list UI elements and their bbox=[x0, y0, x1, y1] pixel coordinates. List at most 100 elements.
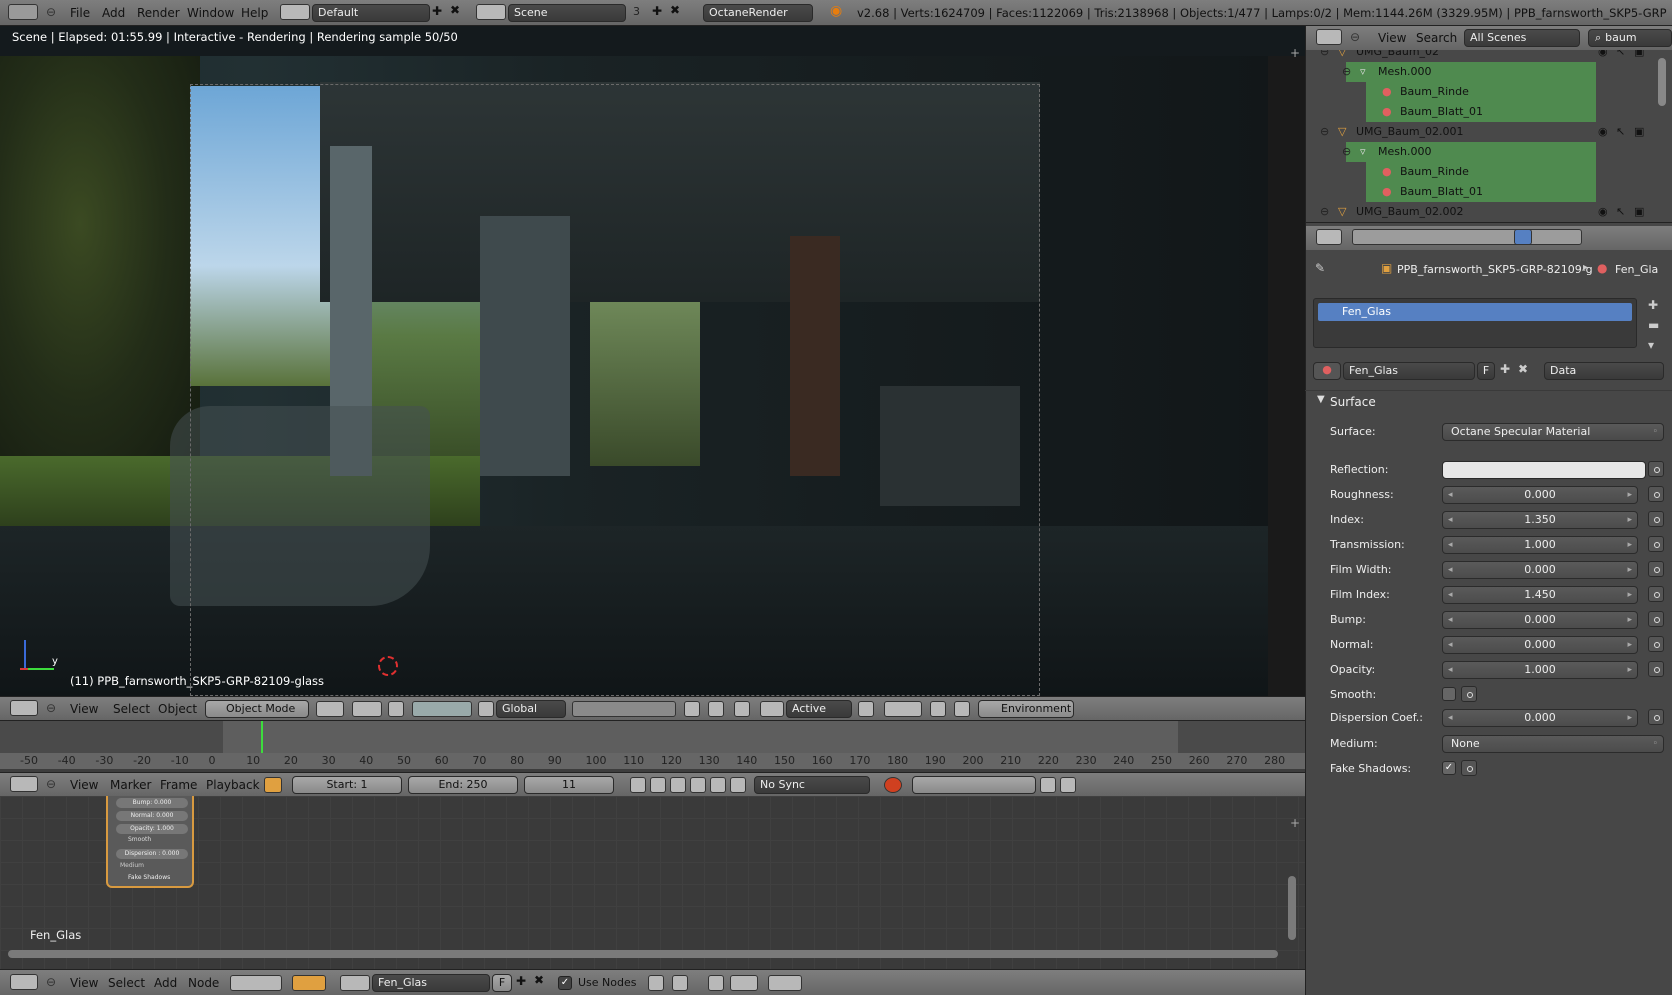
menu-add[interactable]: Add bbox=[102, 2, 125, 24]
start-frame-field[interactable]: Start: 1 bbox=[292, 776, 402, 794]
node-editor[interactable]: Bump: 0.000 Normal: 0.000 Opacity: 1.000… bbox=[0, 796, 1305, 969]
node-row-smooth[interactable]: Smooth bbox=[128, 836, 151, 843]
node-row-normal[interactable]: Normal: 0.000 bbox=[116, 811, 188, 821]
outliner-row[interactable]: ● Baum_Blatt_01 bbox=[1366, 102, 1596, 122]
link-select[interactable]: Data bbox=[1544, 362, 1664, 380]
outliner-scrollbar[interactable] bbox=[1658, 58, 1666, 106]
backdrop-icon[interactable] bbox=[708, 975, 724, 991]
properties-editor-icon[interactable] bbox=[1316, 229, 1342, 245]
delete-scene-icon[interactable]: ✖ bbox=[670, 3, 680, 17]
layers-icon[interactable] bbox=[572, 701, 676, 717]
outliner-editor-icon[interactable] bbox=[1316, 29, 1342, 45]
delete-layout-icon[interactable]: ✖ bbox=[450, 3, 460, 17]
material-slot-item[interactable]: Fen_Glas bbox=[1318, 303, 1632, 321]
properties-tabs-icon[interactable] bbox=[1352, 229, 1582, 245]
collapse-menu-icon[interactable]: ⊖ bbox=[46, 975, 56, 989]
node-row-dispersion[interactable]: Dispersion : 0.000 bbox=[116, 849, 188, 859]
unlink-material-icon[interactable]: ✖ bbox=[1518, 362, 1528, 376]
outliner-search-input[interactable]: ⌕ baum bbox=[1588, 29, 1672, 47]
editor-type-icon[interactable] bbox=[10, 700, 38, 716]
decrement-arrow-icon[interactable]: ◂ bbox=[1448, 512, 1453, 528]
smooth-checkbox[interactable] bbox=[1442, 687, 1456, 701]
eye-icon[interactable]: ◉ bbox=[1598, 122, 1608, 142]
collapse-menu-icon[interactable]: ⊖ bbox=[46, 701, 56, 715]
cursor-icon[interactable]: ↖ bbox=[1616, 202, 1625, 222]
shading-icon[interactable] bbox=[316, 701, 344, 717]
viewport-3d[interactable]: Scene | Elapsed: 01:55.99 | Interactive … bbox=[0, 26, 1305, 696]
eye-icon[interactable]: ◉ bbox=[1598, 50, 1608, 62]
decrement-arrow-icon[interactable]: ◂ bbox=[1448, 537, 1453, 553]
render-icon[interactable]: ▣ bbox=[1634, 202, 1644, 222]
menu-help[interactable]: Help bbox=[241, 2, 268, 24]
remove-slot-icon[interactable]: ▬ bbox=[1648, 318, 1659, 332]
split-corner-icon[interactable]: + bbox=[1290, 46, 1300, 60]
color-swatch[interactable] bbox=[1442, 461, 1646, 479]
material-browse-button[interactable]: ● bbox=[1313, 362, 1341, 380]
texture-link-icon[interactable] bbox=[1648, 636, 1664, 652]
outliner-row[interactable]: ⊖ ▿ Mesh.000 bbox=[1342, 62, 1596, 82]
decrement-arrow-icon[interactable]: ◂ bbox=[1448, 637, 1453, 653]
menu-window[interactable]: Window bbox=[187, 2, 234, 24]
align-icon[interactable] bbox=[858, 701, 874, 717]
snap-target-select[interactable]: Active bbox=[786, 700, 852, 718]
screen-layout-icon[interactable] bbox=[280, 4, 310, 20]
node-row-opacity[interactable]: Opacity: 1.000 bbox=[116, 824, 188, 834]
parent-node-icon[interactable] bbox=[672, 975, 688, 991]
add-material-icon[interactable]: ✚ bbox=[516, 974, 526, 988]
texture-link-icon[interactable] bbox=[1461, 686, 1477, 702]
split-corner-icon[interactable]: + bbox=[1290, 816, 1300, 830]
menu-render[interactable]: Render bbox=[137, 2, 180, 24]
outliner-row[interactable]: ⊖ ▽ UMG_Baum_02 ◉ ↖ ▣ bbox=[1306, 50, 1644, 62]
end-frame-field[interactable]: End: 250 bbox=[408, 776, 518, 794]
number-field[interactable]: ◂ 1.450 ▸ bbox=[1442, 586, 1638, 604]
texture-link-icon[interactable] bbox=[1648, 586, 1664, 602]
menu-node[interactable]: Node bbox=[188, 972, 219, 994]
menu-search[interactable]: Search bbox=[1416, 27, 1457, 49]
surface-shader-select[interactable]: Octane Specular Material ◦ bbox=[1442, 423, 1664, 441]
pin-icon[interactable]: ✎ bbox=[1315, 261, 1325, 275]
menu-add[interactable]: Add bbox=[154, 972, 177, 994]
shader-type-icon[interactable] bbox=[230, 975, 282, 991]
render-icon[interactable]: ▣ bbox=[1634, 122, 1644, 142]
increment-arrow-icon[interactable]: ▸ bbox=[1627, 662, 1632, 678]
menu-object[interactable]: Object bbox=[158, 698, 197, 720]
outliner-tree[interactable]: ⊖ ▽ UMG_Baum_02 ◉ ↖ ▣ ⊖ ▿ Mesh.000 ● Baum_Rinde ● Ba… bbox=[1305, 50, 1672, 222]
number-field[interactable]: ◂ 0.000 ▸ bbox=[1442, 486, 1638, 504]
snap-element-icon[interactable] bbox=[760, 701, 784, 717]
medium-select[interactable]: None ◦ bbox=[1442, 735, 1664, 753]
insert-keyframe-icon[interactable] bbox=[1040, 777, 1056, 793]
lock-icon[interactable] bbox=[684, 701, 700, 717]
sync-select[interactable]: No Sync bbox=[754, 776, 870, 794]
add-layout-icon[interactable]: ✚ bbox=[432, 4, 442, 18]
increment-arrow-icon[interactable]: ▸ bbox=[1627, 710, 1632, 726]
menu-select[interactable]: Select bbox=[108, 972, 145, 994]
menu-view[interactable]: View bbox=[70, 698, 98, 720]
layout-field[interactable]: Default bbox=[312, 4, 430, 22]
timeline-editor-icon[interactable] bbox=[10, 776, 38, 792]
environment-button[interactable]: Environment bbox=[978, 700, 1074, 718]
next-key-icon[interactable] bbox=[710, 777, 726, 793]
snap-icon[interactable] bbox=[734, 701, 750, 717]
pause-icon[interactable] bbox=[930, 701, 946, 717]
texture-link-icon[interactable] bbox=[1648, 461, 1664, 477]
display-mode-select[interactable]: All Scenes bbox=[1464, 29, 1580, 47]
3d-cursor[interactable] bbox=[378, 656, 398, 676]
timeline[interactable]: -50 -40 -30 -20 -10 0 10 20 30 40 50 60 70 80 90 100 110… bbox=[0, 720, 1305, 769]
expand-icon[interactable]: ⊖ bbox=[1342, 142, 1351, 162]
play-icon[interactable] bbox=[690, 777, 706, 793]
collapse-menu-icon[interactable]: ⊖ bbox=[46, 5, 56, 19]
decrement-arrow-icon[interactable]: ◂ bbox=[1448, 487, 1453, 503]
keying-set-field[interactable] bbox=[912, 776, 1036, 794]
number-field[interactable]: ◂ 1.000 ▸ bbox=[1442, 536, 1638, 554]
pivot-icon[interactable] bbox=[352, 701, 382, 717]
texture-link-icon[interactable] bbox=[1648, 511, 1664, 527]
texture-link-icon[interactable] bbox=[1648, 486, 1664, 502]
menu-frame[interactable]: Frame bbox=[160, 774, 197, 796]
orientation-select[interactable]: Global bbox=[496, 700, 566, 718]
increment-arrow-icon[interactable]: ▸ bbox=[1627, 512, 1632, 528]
translate-icon[interactable] bbox=[412, 701, 472, 717]
number-field[interactable]: ◂ 0.000 ▸ bbox=[1442, 709, 1638, 727]
cursor-icon[interactable]: ↖ bbox=[1616, 50, 1625, 62]
play-reverse-icon[interactable] bbox=[670, 777, 686, 793]
node-hscrollbar[interactable] bbox=[8, 950, 1278, 958]
